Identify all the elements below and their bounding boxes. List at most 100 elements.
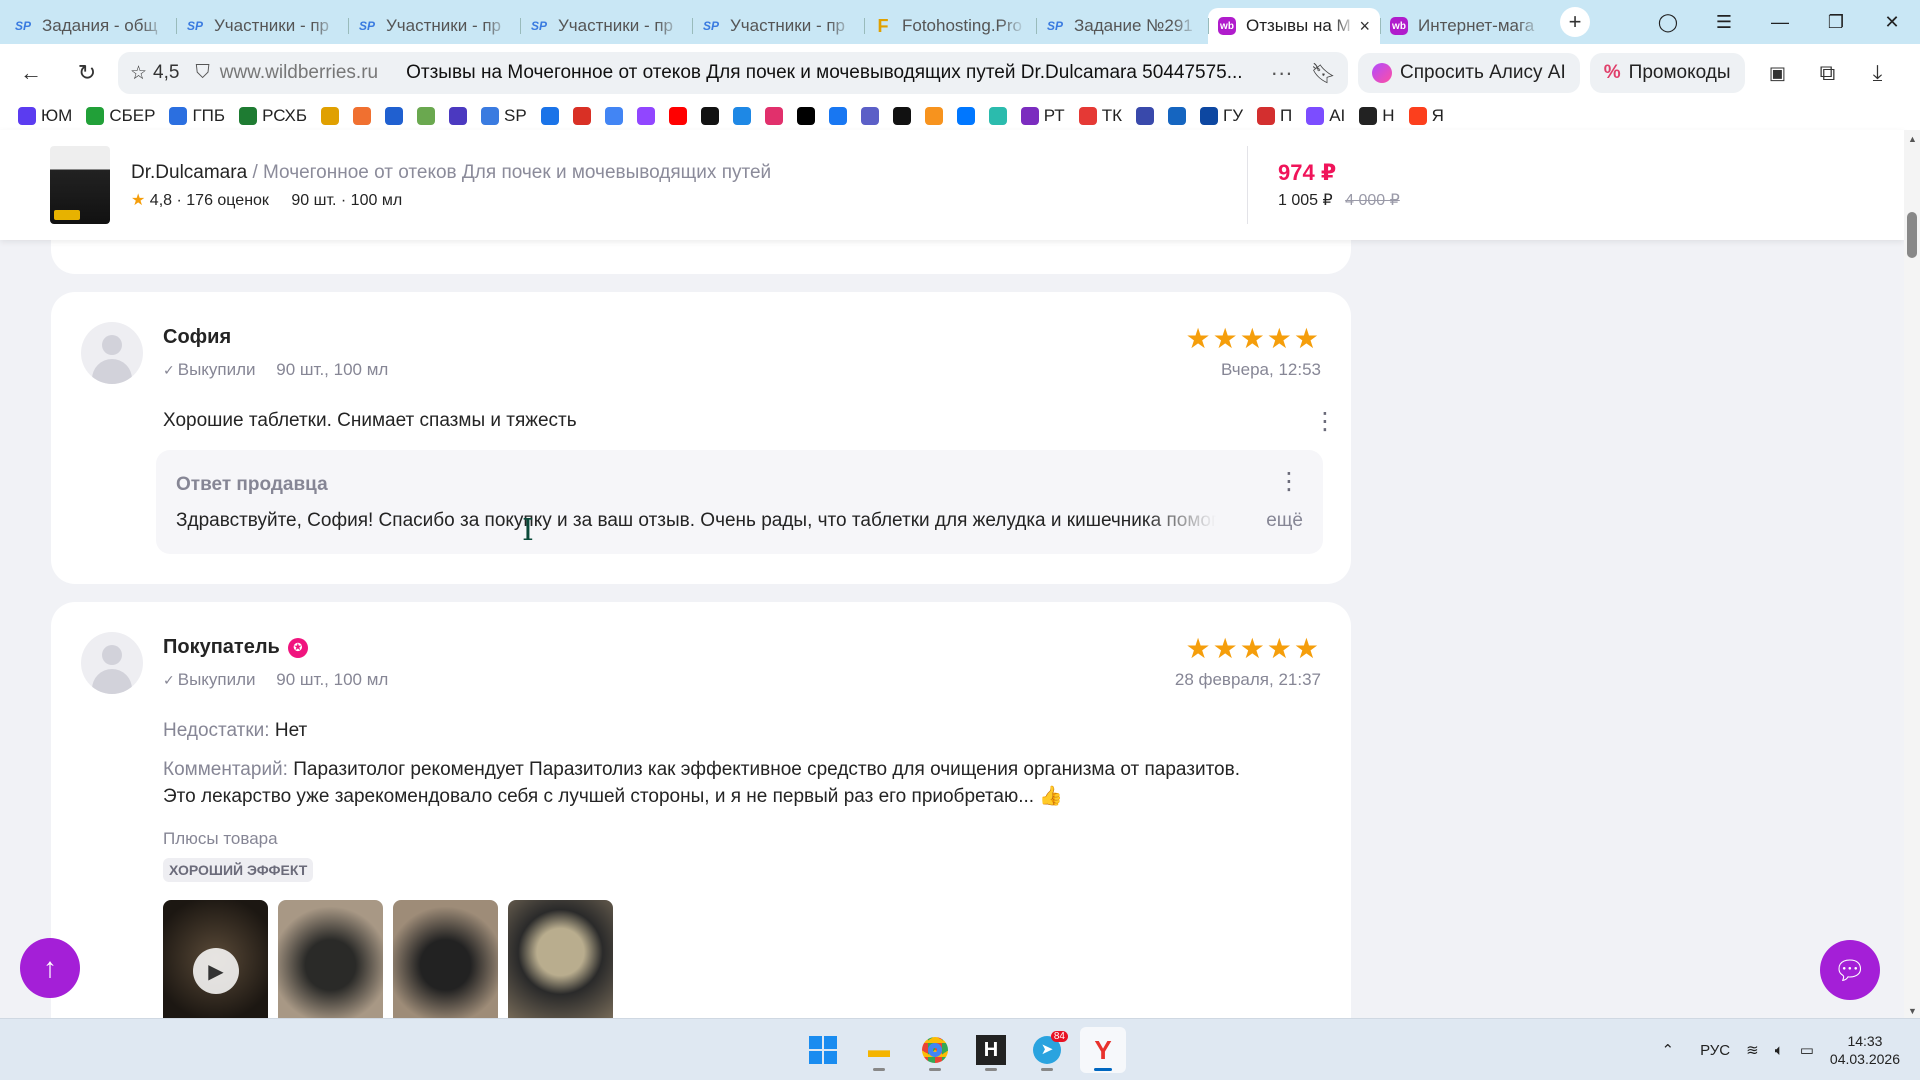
browser-tab[interactable]: SP Задание №291 — [1036, 8, 1208, 44]
review-photo[interactable] — [393, 900, 498, 1018]
clock[interactable]: 14:33 04.03.2026 — [1830, 1032, 1900, 1068]
product-rating: 4,8 — [149, 192, 173, 209]
language-indicator[interactable]: РУС — [1700, 1042, 1730, 1059]
product-thumbnail[interactable] — [50, 146, 110, 224]
bookmark-item[interactable]: AI — [1306, 106, 1345, 126]
bookmark-item[interactable] — [321, 107, 340, 125]
back-arrow-icon[interactable]: ← — [12, 54, 50, 92]
bookmark-item[interactable]: Н — [1359, 106, 1395, 126]
header-divider — [1247, 146, 1248, 224]
bookmark-item[interactable] — [828, 107, 847, 125]
new-tab-button[interactable]: + — [1560, 7, 1590, 37]
reply-more-options-icon[interactable]: ⋮ — [1277, 470, 1301, 494]
reply-more-link[interactable]: ещё — [1266, 510, 1303, 532]
bookmark-icon[interactable]: 🔖︎ — [1311, 61, 1336, 86]
review-card: София ✓ Выкупили 90 шт., 100 мл ★★★★★ Вче… — [51, 292, 1351, 584]
bookmark-item[interactable]: Я — [1408, 106, 1444, 126]
bookmark-item[interactable] — [924, 107, 943, 125]
volume-icon[interactable]: 🔈︎ — [1775, 1042, 1784, 1059]
browser-tab[interactable]: SP Участники - пр — [176, 8, 348, 44]
brand-name[interactable]: Dr.Dulcamara — [131, 162, 247, 183]
scroll-up-arrow-icon[interactable]: ▲ — [1908, 134, 1917, 144]
more-options-icon[interactable]: ⋮ — [1313, 410, 1337, 434]
ratings-count[interactable]: 176 оценок — [186, 192, 269, 209]
bookmark-item[interactable]: РТ — [1020, 106, 1065, 126]
telegram-icon[interactable]: ➤ 84 — [1024, 1027, 1070, 1073]
chat-button[interactable]: 💬︎ — [1820, 940, 1880, 1000]
bookmark-item[interactable] — [540, 107, 559, 125]
site-rating-value: 4,5 — [153, 62, 180, 83]
bookmark-item[interactable] — [860, 107, 879, 125]
tab-close-icon[interactable]: × — [1359, 16, 1370, 37]
bookmark-item[interactable] — [1167, 107, 1186, 125]
bookmark-item[interactable] — [636, 107, 655, 125]
browser-tab[interactable]: wb Интернет-мага — [1380, 8, 1552, 44]
bookmark-item[interactable] — [1135, 107, 1154, 125]
bookmark-item[interactable] — [668, 107, 687, 125]
bookmark-item[interactable] — [353, 107, 372, 125]
browser-tab[interactable]: SP Задания - общ — [4, 8, 176, 44]
battery-icon[interactable]: ▭ — [1800, 1041, 1814, 1059]
browser-tab[interactable]: SP Участники - пр — [692, 8, 864, 44]
bookmark-item[interactable]: ЮМ — [18, 106, 72, 126]
more-dots-icon[interactable]: ··· — [1271, 60, 1293, 86]
bookmark-item[interactable]: ГПБ — [169, 106, 225, 126]
close-window-button[interactable]: ✕ — [1864, 12, 1920, 33]
image-icon[interactable]: ▣ — [1759, 54, 1797, 92]
bookmark-item[interactable] — [892, 107, 911, 125]
bookmark-favicon-icon — [540, 107, 559, 125]
chrome-icon[interactable] — [912, 1027, 958, 1073]
browser-tab[interactable]: wb Отзывы на М × — [1208, 8, 1380, 44]
browser-tab[interactable]: SP Участники - пр — [520, 8, 692, 44]
alice-button[interactable]: Спросить Алису AI — [1358, 53, 1580, 93]
shield-icon[interactable]: ⛉ — [195, 62, 209, 84]
bookmark-item[interactable]: ГУ — [1199, 106, 1243, 126]
promo-button[interactable]: % Промокоды — [1589, 53, 1745, 93]
h-app-icon[interactable]: H — [968, 1027, 1014, 1073]
tab-favicon-icon: SP — [14, 19, 31, 33]
bookmark-item[interactable]: ТК — [1078, 106, 1122, 126]
bookmark-item[interactable] — [764, 107, 783, 125]
browser-tab[interactable]: SP Участники - пр — [348, 8, 520, 44]
bookmark-item[interactable] — [604, 107, 623, 125]
bookmark-favicon-icon — [239, 107, 258, 125]
review-photo[interactable] — [278, 900, 383, 1018]
minimize-button[interactable]: — — [1752, 12, 1808, 33]
bookmark-item[interactable] — [385, 107, 404, 125]
bookmark-item[interactable] — [796, 107, 815, 125]
review-photo[interactable] — [508, 900, 613, 1018]
pros-title: Плюсы товара — [163, 829, 278, 848]
menu-icon[interactable]: ☰ — [1696, 12, 1752, 33]
site-rating[interactable]: ☆ 4,5 — [130, 62, 179, 85]
bookmark-item[interactable] — [988, 107, 1007, 125]
bookmark-item[interactable]: СБЕР — [86, 106, 155, 126]
yandex-browser-icon[interactable]: Y — [1080, 1027, 1126, 1073]
reload-icon[interactable]: ↻ — [68, 54, 106, 92]
wifi-icon[interactable]: ≋ — [1746, 1041, 1759, 1059]
bookmark-item[interactable] — [417, 107, 436, 125]
bookmark-item[interactable] — [956, 107, 975, 125]
scroll-down-arrow-icon[interactable]: ▼ — [1908, 1006, 1917, 1016]
bookmark-item[interactable] — [700, 107, 719, 125]
bookmark-item[interactable]: П — [1257, 106, 1292, 126]
page-scrollbar[interactable]: ▲ ▼ — [1904, 130, 1920, 1018]
start-button[interactable] — [800, 1027, 846, 1073]
restore-button[interactable]: ❐ — [1808, 12, 1864, 33]
bookmark-item[interactable] — [732, 107, 751, 125]
tray-chevron-icon[interactable]: ⌃ — [1662, 1041, 1675, 1059]
browser-tab[interactable]: F Fotohosting.Pro — [864, 8, 1036, 44]
download-icon[interactable]: ⤓ — [1859, 54, 1897, 92]
address-bar[interactable]: ☆ 4,5 ⛉ www.wildberries.ru Отзывы на Моче… — [118, 52, 1348, 94]
bookmark-item[interactable] — [449, 107, 468, 125]
extensions-icon[interactable]: ⧉ — [1809, 54, 1847, 92]
bookmark-item[interactable]: РСХБ — [239, 106, 307, 126]
scroll-to-top-button[interactable]: ↑ — [20, 938, 80, 998]
bookmark-item[interactable] — [572, 107, 591, 125]
review-video-thumbnail[interactable]: ▶ — [163, 900, 268, 1018]
play-icon: ▶ — [193, 948, 239, 994]
bookmark-item[interactable]: SP — [481, 106, 527, 126]
product-title[interactable]: Dr.Dulcamara / Мочегонное от отеков Для … — [131, 162, 771, 184]
profile-icon[interactable]: ◯ — [1640, 12, 1696, 33]
file-explorer-icon[interactable]: ▬ — [856, 1027, 902, 1073]
scrollbar-thumb[interactable] — [1907, 212, 1917, 258]
